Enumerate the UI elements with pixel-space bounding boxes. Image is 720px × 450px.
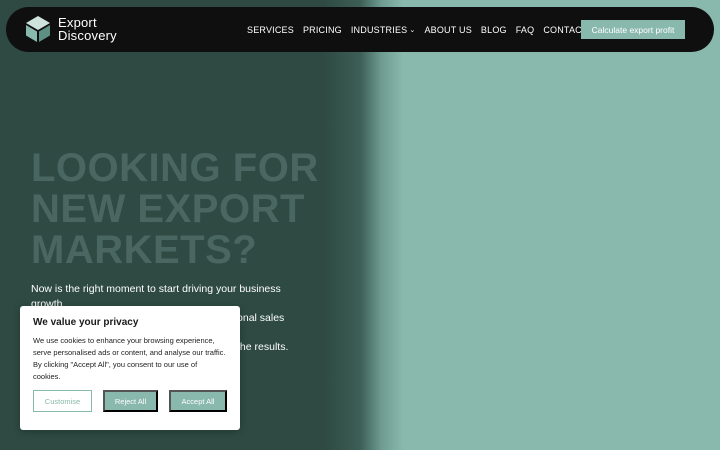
- hero-headline-line: MARKETS?: [31, 228, 258, 272]
- cookie-title: We value your privacy: [33, 317, 139, 328]
- cookie-body-line: We use cookies to enhance your browsing …: [33, 336, 215, 345]
- nav-about-us[interactable]: ABOUT US: [424, 25, 471, 35]
- nav-services[interactable]: SERVICES: [247, 25, 294, 35]
- main-nav: SERVICES PRICING INDUSTRIES ⌄ ABOUT US B…: [247, 7, 638, 52]
- hero-headline: LOOKING FOR NEW EXPORT MARKETS?: [31, 148, 331, 271]
- chevron-down-icon: ⌄: [409, 26, 416, 34]
- cookie-body-line: cookies.: [33, 372, 61, 381]
- nav-pricing[interactable]: PRICING: [303, 25, 342, 35]
- navbar: Export Discovery SERVICES PRICING INDUST…: [6, 7, 714, 52]
- brand-name: Export Discovery: [58, 16, 117, 42]
- calculate-export-profit-button[interactable]: Calculate export profit: [581, 20, 685, 39]
- cookie-body-line: By clicking "Accept All", you consent to…: [33, 360, 198, 369]
- brand-logo[interactable]: Export Discovery: [25, 15, 117, 43]
- reject-all-button[interactable]: Reject All: [103, 390, 158, 412]
- cookie-body-line: serve personalised ads or content, and a…: [33, 348, 226, 357]
- hero-headline-line: LOOKING FOR: [31, 146, 319, 190]
- hero-headline-line: NEW EXPORT: [31, 187, 305, 231]
- accept-all-button[interactable]: Accept All: [169, 390, 227, 412]
- cookie-consent-dialog: We value your privacy We use cookies to …: [20, 306, 240, 430]
- brand-name-line2: Discovery: [58, 28, 117, 43]
- nav-blog[interactable]: BLOG: [481, 25, 507, 35]
- nav-industries[interactable]: INDUSTRIES ⌄: [351, 25, 416, 35]
- nav-faq[interactable]: FAQ: [516, 25, 535, 35]
- cookie-body: We use cookies to enhance your browsing …: [33, 335, 233, 383]
- customise-button[interactable]: Customise: [33, 390, 92, 412]
- nav-industries-label: INDUSTRIES: [350, 24, 408, 35]
- cube-logo-icon: [26, 16, 50, 42]
